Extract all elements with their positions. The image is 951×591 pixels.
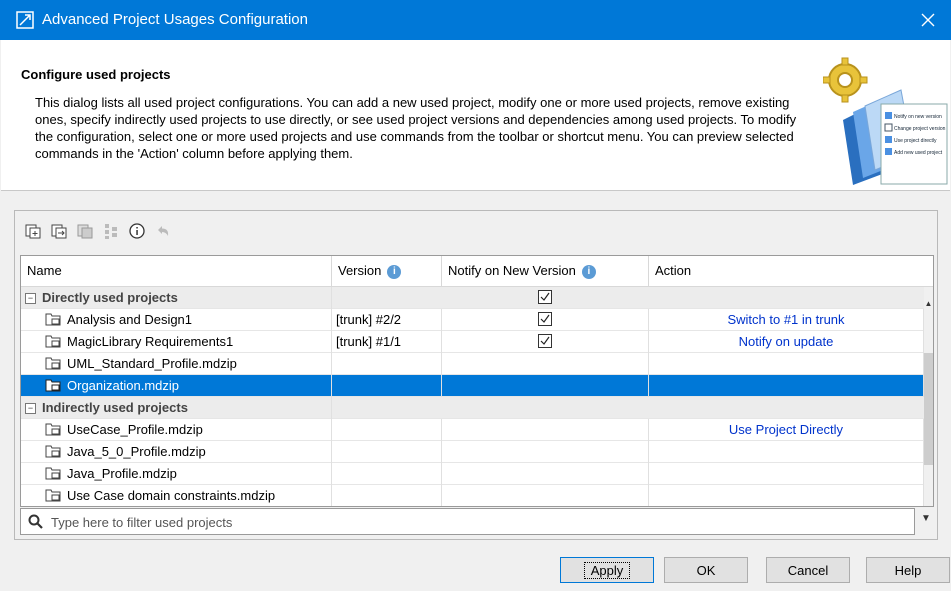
project-folder-icon — [45, 377, 61, 397]
art-check-3: Use project directly — [894, 138, 937, 144]
action-link[interactable]: Notify on update — [649, 331, 924, 353]
table-row[interactable]: Java_Profile.mdzip — [21, 463, 924, 485]
column-header-version[interactable]: Version i — [332, 256, 442, 286]
table-row[interactable]: UseCase_Profile.mdzip Use Project Direct… — [21, 419, 924, 441]
scroll-down-icon[interactable]: ▼ — [921, 513, 931, 524]
scroll-up-icon[interactable]: ▲ — [924, 299, 933, 308]
used-projects-table: Name Version i Notify on New Version i Act… — [20, 255, 934, 507]
toolbar — [23, 221, 173, 243]
column-header-name[interactable]: Name — [21, 256, 332, 286]
column-header-notify[interactable]: Notify on New Version i — [442, 256, 649, 286]
remove-project-icon[interactable] — [75, 221, 95, 241]
app-icon — [16, 11, 34, 29]
project-folder-icon — [45, 465, 61, 485]
info-icon[interactable] — [127, 221, 147, 241]
notify-checkbox[interactable] — [538, 312, 552, 326]
search-icon — [28, 514, 43, 532]
table-row[interactable]: Java_5_0_Profile.mdzip — [21, 441, 924, 463]
column-header-action[interactable]: Action — [649, 256, 933, 286]
title-bar: Advanced Project Usages Configuration — [0, 0, 951, 40]
version-info-icon[interactable]: i — [387, 264, 402, 279]
art-check-1: Notify on new version — [894, 114, 942, 120]
window-title: Advanced Project Usages Configuration — [42, 11, 308, 28]
project-folder-icon — [45, 333, 61, 353]
art-check-4: Add new used project — [894, 150, 943, 156]
table-header: Name Version i Notify on New Version i Act… — [21, 256, 933, 287]
table-row[interactable]: Analysis and Design1 [trunk] #2/2 Switch… — [21, 309, 924, 331]
help-button[interactable]: Help — [866, 557, 950, 583]
scrollbar-thumb[interactable] — [924, 353, 933, 465]
close-icon[interactable] — [905, 0, 951, 40]
notify-checkbox[interactable] — [538, 290, 552, 304]
dependencies-icon[interactable] — [101, 221, 121, 241]
header-description: This dialog lists all used project confi… — [35, 95, 797, 161]
table-row-selected[interactable]: Organization.mdzip — [21, 375, 924, 397]
gear-icon — [822, 57, 868, 103]
project-folder-icon — [45, 443, 61, 463]
action-link[interactable]: Use Project Directly — [649, 419, 924, 441]
notify-info-icon[interactable]: i — [581, 264, 596, 279]
project-folder-icon — [45, 355, 61, 375]
change-version-icon[interactable] — [49, 221, 69, 241]
apply-button[interactable]: Apply — [560, 557, 654, 583]
add-project-icon[interactable] — [23, 221, 43, 241]
collapse-icon[interactable]: − — [25, 293, 36, 304]
header-illustration: Notify on new version Change project ver… — [822, 50, 949, 188]
dialog-header: Configure used projects This dialog list… — [1, 40, 950, 191]
collapse-icon[interactable]: − — [25, 403, 36, 414]
group-row-direct[interactable]: − Directly used projects — [21, 287, 924, 309]
filter-input[interactable] — [49, 511, 903, 533]
header-title: Configure used projects — [21, 67, 171, 82]
vertical-scrollbar[interactable]: ▲ — [924, 287, 933, 506]
undo-icon[interactable] — [153, 221, 173, 241]
ok-button[interactable]: OK — [664, 557, 748, 583]
table-row[interactable]: Use Case domain constraints.mdzip — [21, 485, 924, 506]
group-row-indirect[interactable]: − Indirectly used projects — [21, 397, 924, 419]
table-row[interactable]: UML_Standard_Profile.mdzip — [21, 353, 924, 375]
art-check-2: Change project version — [894, 126, 946, 132]
table-row[interactable]: MagicLibrary Requirements1 [trunk] #1/1 … — [21, 331, 924, 353]
projects-panel: Name Version i Notify on New Version i Act… — [14, 210, 938, 540]
cancel-button[interactable]: Cancel — [766, 557, 850, 583]
action-link[interactable]: Switch to #1 in trunk — [649, 309, 924, 331]
project-folder-icon — [45, 421, 61, 441]
project-folder-icon — [45, 311, 61, 331]
notify-checkbox[interactable] — [538, 334, 552, 348]
project-folder-icon — [45, 487, 61, 506]
filter-box — [20, 508, 915, 535]
